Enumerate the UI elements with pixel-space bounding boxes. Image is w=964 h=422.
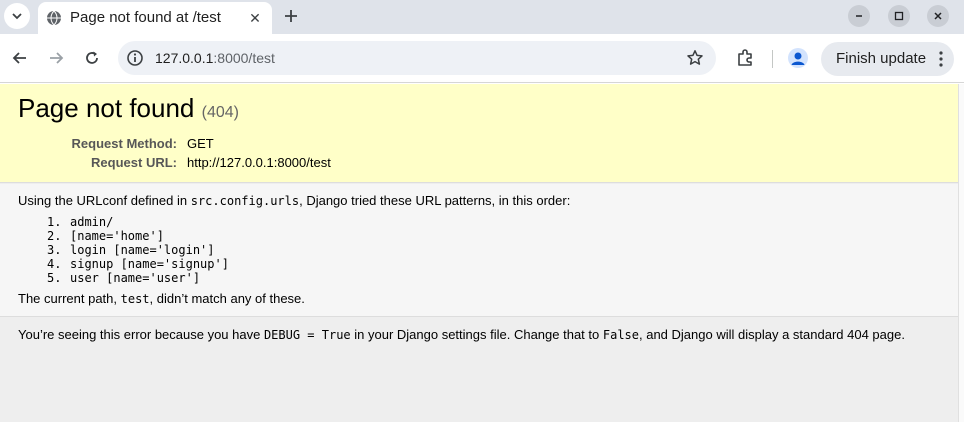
back-arrow-icon <box>12 52 26 64</box>
browser-toolbar: 127.0.0.1:8000/test Finish update <box>0 34 964 83</box>
minimize-icon <box>856 15 862 17</box>
address-bar[interactable]: 127.0.0.1:8000/test <box>118 41 716 75</box>
page-title: Page not found (404) <box>18 93 239 124</box>
url-pattern-list: 1. admin/ 2. [name='home'] 3. login [name='… <box>47 215 229 285</box>
list-item-pattern: admin/ <box>70 215 114 229</box>
urlconf-intro-text: Using the URLconf defined in <box>18 193 191 208</box>
reload-icon <box>86 51 98 64</box>
list-item: 3. login [name='login'] <box>47 243 229 257</box>
no-match-text: The current path, <box>18 291 121 306</box>
no-match-message: The current path, test, didn’t match any… <box>18 291 305 306</box>
tab-strip: Page not found at /test ✕ <box>0 0 964 34</box>
list-item: 4. signup [name='signup'] <box>47 257 229 271</box>
globe-icon <box>47 10 61 26</box>
maximize-icon <box>894 11 904 21</box>
debug-message: You’re seeing this error because you hav… <box>18 327 905 342</box>
status-code: (404) <box>201 104 239 121</box>
error-page: Page not found (404) Request Method: GET… <box>0 84 964 422</box>
back-button[interactable] <box>10 48 30 68</box>
list-item: 5. user [name='user'] <box>47 271 229 285</box>
list-item-number: 5. <box>47 271 62 285</box>
list-item-number: 1. <box>47 215 62 229</box>
page-scrollbar[interactable] <box>958 84 964 422</box>
url-text: 127.0.0.1:8000/test <box>155 50 275 66</box>
debug-false-value: False <box>602 328 639 342</box>
list-item-number: 4. <box>47 257 62 271</box>
error-summary: Page not found (404) Request Method: GET… <box>0 84 964 183</box>
debug-text: You’re seeing this error because you hav… <box>18 327 264 342</box>
close-window-button[interactable] <box>927 5 949 27</box>
list-item: 1. admin/ <box>47 215 229 229</box>
url-path: :8000/test <box>213 50 275 66</box>
urlconf-info: Using the URLconf defined in src.config.… <box>0 184 964 317</box>
urlconf-module: src.config.urls <box>190 194 300 208</box>
request-url-value: http://127.0.0.1:8000/test <box>187 155 331 170</box>
list-item-pattern: [name='home'] <box>70 229 164 243</box>
list-item: 2. [name='home'] <box>47 229 229 243</box>
new-tab-button[interactable] <box>280 5 302 27</box>
info-icon[interactable] <box>126 49 144 67</box>
kebab-menu-icon[interactable] <box>938 51 944 67</box>
extensions-icon[interactable] <box>735 48 755 68</box>
reload-button[interactable] <box>82 48 102 68</box>
maximize-button[interactable] <box>888 5 910 27</box>
debug-setting: DEBUG = True <box>263 328 351 342</box>
list-item-pattern: login [name='login'] <box>70 243 215 257</box>
request-method-label: Request Method: <box>71 136 177 151</box>
url-host: 127.0.0.1 <box>155 50 214 66</box>
tab-search-button[interactable] <box>4 3 30 29</box>
list-item-pattern: signup [name='signup'] <box>70 257 229 271</box>
close-icon <box>934 12 942 20</box>
debug-text-end: , and Django will display a standard 404… <box>639 327 905 342</box>
plus-icon <box>285 10 297 22</box>
forward-button[interactable] <box>46 48 66 68</box>
request-method-value: GET <box>187 136 214 151</box>
urlconf-intro-text-end: , Django tried these URL patterns, in th… <box>299 193 571 208</box>
debug-explanation: You’re seeing this error because you hav… <box>0 318 964 422</box>
tab-title: Page not found at /test <box>70 9 221 26</box>
no-match-text-end: , didn’t match any of these. <box>149 291 305 306</box>
list-item-number: 3. <box>47 243 62 257</box>
forward-arrow-icon <box>50 52 64 64</box>
profile-icon[interactable] <box>788 48 808 68</box>
list-item-pattern: user [name='user'] <box>70 271 201 285</box>
page-title-text: Page not found <box>18 93 195 123</box>
toolbar-divider <box>772 50 773 68</box>
debug-text-middle: in your Django settings file. Change tha… <box>350 327 603 342</box>
urlconf-intro: Using the URLconf defined in src.config.… <box>18 193 570 208</box>
chevron-down-icon <box>12 13 22 20</box>
close-icon[interactable]: ✕ <box>246 9 264 27</box>
active-tab[interactable]: Page not found at /test ✕ <box>38 2 272 34</box>
finish-update-button[interactable]: Finish update <box>821 42 954 76</box>
avatar <box>791 52 805 65</box>
current-path: test <box>120 292 150 306</box>
finish-update-label: Finish update <box>836 50 927 67</box>
star-icon[interactable] <box>686 49 704 67</box>
minimize-button[interactable] <box>848 5 870 27</box>
request-url-label: Request URL: <box>91 155 177 170</box>
list-item-number: 2. <box>47 229 62 243</box>
